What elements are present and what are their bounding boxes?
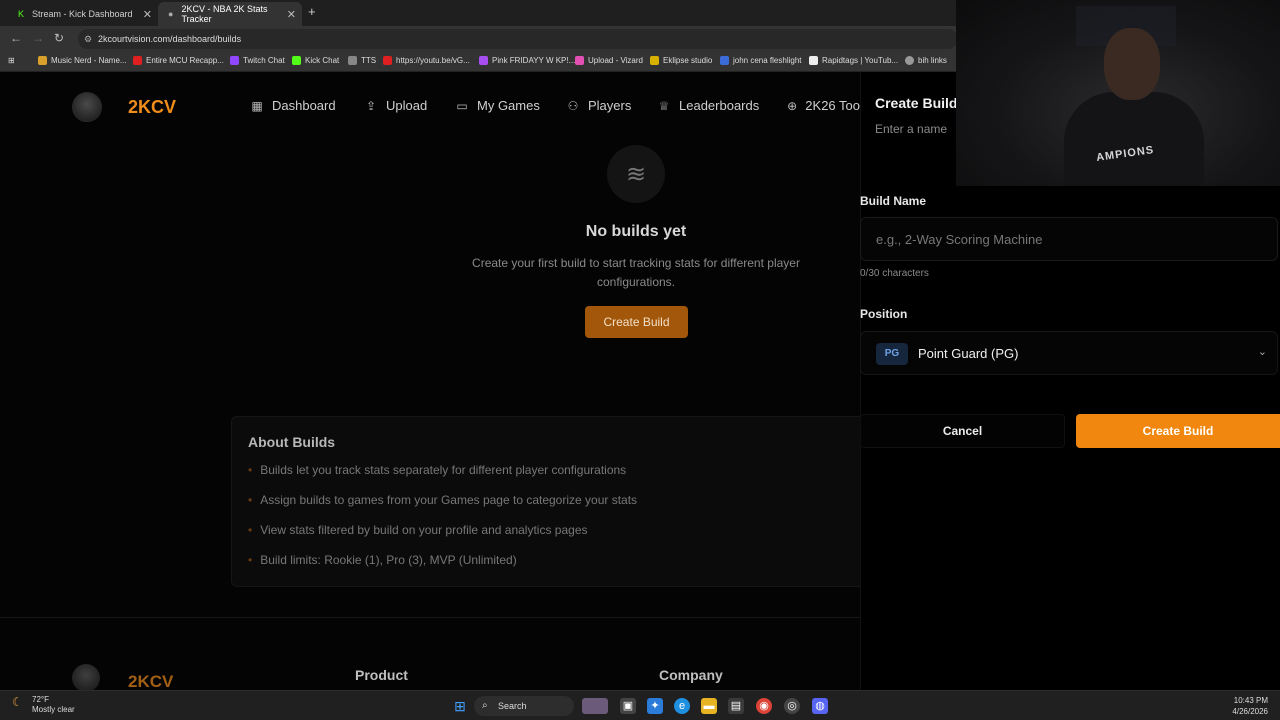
new-tab-icon[interactable]: + (308, 4, 316, 19)
search-icon: ⌕ (482, 700, 488, 711)
store-icon[interactable]: ▤ (728, 698, 744, 714)
submit-create-build-button[interactable]: Create Build (1076, 414, 1280, 448)
search-highlight-icon[interactable] (582, 698, 608, 714)
url-field[interactable]: ⚙ 2kcourtvision.com/dashboard/builds (78, 29, 958, 49)
tab-kick-dashboard[interactable]: K Stream - Kick Dashboard ✕ (8, 2, 158, 26)
footer-logo: 2KCV (128, 672, 174, 691)
forward-icon[interactable]: → (32, 31, 44, 45)
char-count: 0/30 characters (860, 268, 929, 279)
close-tab-icon[interactable]: ✕ (143, 8, 152, 21)
site-logo[interactable]: 2KCV (128, 97, 176, 118)
bookmark-item[interactable]: https://youtu.be/vG... (383, 56, 470, 65)
bookmark-item[interactable]: Music Nerd - Name... (38, 56, 127, 65)
about-item: • Build limits: Rookie (1), Pro (3), MVP … (248, 553, 517, 567)
position-badge: PG (876, 343, 908, 365)
footer-divider (0, 617, 860, 618)
edge-icon[interactable]: e (674, 698, 690, 714)
nav-players[interactable]: ⚇ Players (566, 98, 632, 113)
layers-icon: ≋ (607, 145, 665, 203)
nav-my-games[interactable]: ▭ My Games (455, 98, 540, 113)
bookmark-item[interactable]: Entire MCU Recapp... (133, 56, 224, 65)
about-item: • Assign builds to games from your Games … (248, 493, 638, 507)
about-builds-card: About Builds • Builds let you track stats… (231, 416, 860, 587)
panel-subtitle: Enter a name (875, 122, 948, 136)
bookmark-item[interactable]: Rapidtags | YouTub... (809, 56, 898, 65)
back-icon[interactable]: ← (10, 31, 22, 45)
gamepad-icon: ▭ (456, 98, 468, 113)
position-value: Point Guard (PG) (918, 346, 1019, 361)
task-view-icon[interactable]: ▣ (620, 698, 636, 714)
bookmark-item[interactable]: john cena fleshlight (720, 56, 802, 65)
chevron-down-icon: ⌄ (1257, 346, 1267, 358)
nav-leaderboards[interactable]: ♕ Leaderboards (657, 98, 760, 113)
position-label: Position (860, 307, 908, 321)
bookmark-item[interactable]: Kick Chat (292, 56, 339, 65)
weather-widget[interactable]: ☾ 72°F Mostly clear (12, 695, 75, 715)
apps-icon[interactable]: ⊞ (8, 56, 15, 65)
footer-logo-badge (72, 664, 100, 692)
players-icon: ⚇ (567, 98, 579, 113)
reload-icon[interactable]: ↻ (54, 31, 64, 45)
weather-icon: ☾ (12, 695, 23, 709)
tab-2kcv[interactable]: ● 2KCV - NBA 2K Stats Tracker ✕ (158, 2, 302, 26)
bookmark-item[interactable]: Upload - Vizard (575, 56, 643, 65)
bookmark-item[interactable]: Pink FRIDAYY W KP!... (479, 56, 575, 65)
system-clock[interactable]: 10:43 PM 4/26/2026 (1232, 695, 1268, 717)
nav-2k26-tools[interactable]: ⊕ 2K26 Too (787, 98, 860, 113)
globe-icon: ⊕ (787, 98, 798, 113)
empty-state-title: No builds yet (585, 223, 687, 240)
2kcv-icon: ● (168, 9, 174, 19)
build-name-input[interactable] (860, 217, 1278, 261)
copilot-icon[interactable]: ✦ (647, 698, 663, 714)
bookmark-item[interactable]: bih links (905, 56, 947, 65)
nav-dashboard[interactable]: ▦ Dashboard (250, 98, 335, 113)
file-explorer-icon[interactable]: ▬ (701, 698, 717, 714)
bookmark-item[interactable]: Twitch Chat (230, 56, 285, 65)
bookmark-item[interactable]: TTS (348, 56, 376, 65)
about-item: • View stats filtered by build on your pr… (248, 523, 588, 537)
taskbar-search[interactable]: ⌕ Search (474, 696, 574, 716)
footer-company-heading: Company (659, 667, 723, 683)
windows-taskbar: ☾ 72°F Mostly clear ⊞ ⌕ Search ▣ ✦ e ▬ ▤… (0, 690, 1280, 720)
empty-state-description: Create your first build to start trackin… (472, 256, 800, 289)
bookmark-item[interactable]: Eklipse studio (650, 56, 712, 65)
position-select[interactable]: PG Point Guard (PG) ⌄ (860, 331, 1278, 375)
upload-icon: ⇪ (365, 98, 377, 113)
webcam-person-head (1104, 28, 1160, 100)
nav-upload[interactable]: ⇪ Upload (364, 98, 427, 113)
footer-product-heading: Product (355, 667, 408, 683)
dashboard-icon: ▦ (251, 98, 263, 113)
panel-title: Create Build (875, 95, 958, 111)
obs-icon[interactable]: ◎ (784, 698, 800, 714)
trophy-icon: ♕ (658, 98, 670, 113)
build-name-label: Build Name (860, 194, 927, 208)
cancel-button[interactable]: Cancel (860, 414, 1065, 448)
discord-icon[interactable]: ◍ (812, 698, 828, 714)
about-title: About Builds (248, 434, 336, 450)
create-build-button[interactable]: Create Build (585, 306, 688, 338)
close-tab-icon[interactable]: ✕ (287, 8, 296, 21)
webcam-person-body (1064, 92, 1204, 186)
about-item: • Builds let you track stats separately f… (248, 463, 627, 477)
site-info-icon[interactable]: ⚙ (84, 29, 92, 49)
kick-icon: K (17, 9, 24, 19)
chrome-icon[interactable]: ◉ (756, 698, 772, 714)
site-logo-badge[interactable] (72, 92, 102, 122)
windows-start-icon[interactable]: ⊞ (452, 698, 468, 714)
builds-page (0, 72, 860, 690)
webcam-overlay: AMPIONS (956, 0, 1280, 186)
